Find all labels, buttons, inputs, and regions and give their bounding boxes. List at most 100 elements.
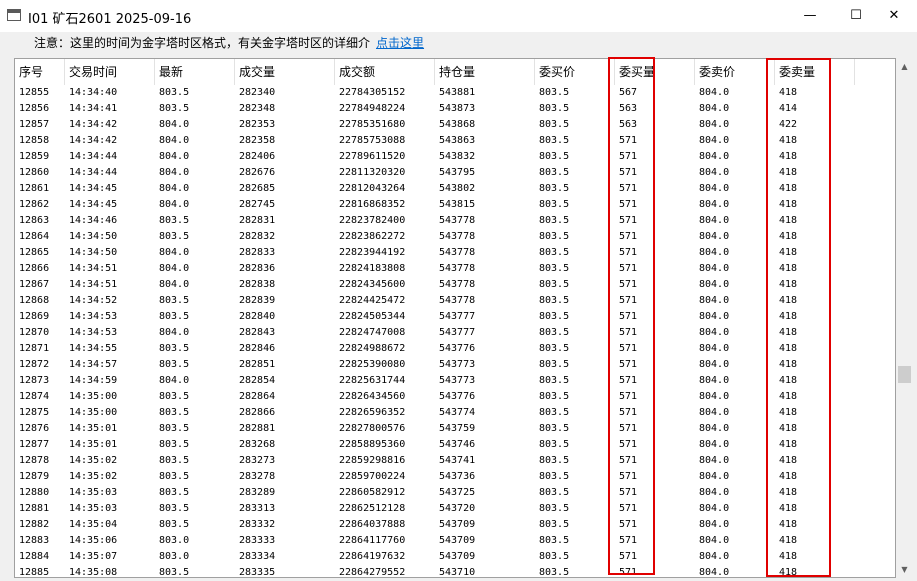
cell-time: 14:35:02 (69, 471, 118, 482)
header-bid-price[interactable]: 委买价 (535, 59, 615, 85)
cell-bid-price: 803.5 (539, 455, 570, 466)
table-row[interactable]: 12870 14:34:53 804.0 282843 22824747008 54377… (15, 325, 895, 341)
table-row[interactable]: 12884 14:35:07 803.0 283334 22864197632 54370… (15, 549, 895, 565)
table-row[interactable]: 12869 14:34:53 803.5 282840 22824505344 54377… (15, 309, 895, 325)
table-row[interactable]: 12878 14:35:02 803.5 283273 22859298816 54374… (15, 453, 895, 469)
header-volume[interactable]: 成交量 (235, 59, 335, 85)
header-seq[interactable]: 序号 (15, 59, 65, 85)
cell-last: 803.5 (159, 407, 190, 418)
cell-time: 14:34:55 (69, 343, 118, 354)
header-ask-price[interactable]: 委卖价 (695, 59, 775, 85)
cell-turnover: 22823782400 (339, 215, 406, 226)
cell-volume: 282358 (239, 135, 276, 146)
table-row[interactable]: 12881 14:35:03 803.5 283313 22862512128 54372… (15, 501, 895, 517)
table-row[interactable]: 12861 14:34:45 804.0 282685 22812043264 54380… (15, 181, 895, 197)
cell-volume: 282846 (239, 343, 276, 354)
cell-open-interest: 543802 (439, 183, 476, 194)
table-row[interactable]: 12866 14:34:51 804.0 282836 22824183808 54377… (15, 261, 895, 277)
cell-bid-price: 803.5 (539, 295, 570, 306)
cell-bid-price: 803.5 (539, 327, 570, 338)
cell-last: 804.0 (159, 119, 190, 130)
cell-volume: 282348 (239, 103, 276, 114)
cell-time: 14:34:46 (69, 215, 118, 226)
cell-time: 14:34:41 (69, 103, 118, 114)
cell-bid-price: 803.5 (539, 407, 570, 418)
table-row[interactable]: 12885 14:35:08 803.5 283335 22864279552 54371… (15, 565, 895, 578)
vertical-scrollbar[interactable]: ▲ ▼ (896, 58, 913, 578)
table-row[interactable]: 12864 14:34:50 803.5 282832 22823862272 54377… (15, 229, 895, 245)
table-row[interactable]: 12872 14:34:57 803.5 282851 22825390080 54377… (15, 357, 895, 373)
tick-data-table[interactable]: 序号 交易时间 最新 成交量 成交额 持仓量 委买价 委买量 委卖价 委卖量 1… (14, 58, 896, 578)
cell-open-interest: 543720 (439, 503, 476, 514)
cell-volume: 283268 (239, 439, 276, 450)
cell-seq: 12859 (19, 151, 50, 162)
cell-last: 803.0 (159, 551, 190, 562)
cell-volume: 283335 (239, 567, 276, 578)
cell-turnover: 22789611520 (339, 151, 406, 162)
cell-volume: 283313 (239, 503, 276, 514)
table-row[interactable]: 12871 14:34:55 803.5 282846 22824988672 54377… (15, 341, 895, 357)
table-row[interactable]: 12862 14:34:45 804.0 282745 22816868352 54381… (15, 197, 895, 213)
close-button[interactable]: ✕ (871, 0, 917, 32)
cell-volume: 283278 (239, 471, 276, 482)
cell-last: 803.5 (159, 439, 190, 450)
cell-time: 14:34:51 (69, 263, 118, 274)
cell-bid-price: 803.5 (539, 215, 570, 226)
table-row[interactable]: 12856 14:34:41 803.5 282348 22784948224 54387… (15, 101, 895, 117)
header-time[interactable]: 交易时间 (65, 59, 155, 85)
cell-open-interest: 543773 (439, 375, 476, 386)
table-row[interactable]: 12863 14:34:46 803.5 282831 22823782400 54377… (15, 213, 895, 229)
table-row[interactable]: 12877 14:35:01 803.5 283268 22858895360 54374… (15, 437, 895, 453)
cell-last: 803.5 (159, 295, 190, 306)
table-row[interactable]: 12868 14:34:52 803.5 282839 22824425472 54377… (15, 293, 895, 309)
table-row[interactable]: 12873 14:34:59 804.0 282854 22825631744 54377… (15, 373, 895, 389)
table-row[interactable]: 12860 14:34:44 804.0 282676 22811320320 54379… (15, 165, 895, 181)
cell-ask-price: 804.0 (699, 231, 730, 242)
table-row[interactable]: 12876 14:35:01 803.5 282881 22827800576 54375… (15, 421, 895, 437)
table-row[interactable]: 12867 14:34:51 804.0 282838 22824345600 54377… (15, 277, 895, 293)
header-open-interest[interactable]: 持仓量 (435, 59, 535, 85)
click-here-link[interactable]: 点击这里 (376, 36, 424, 50)
scroll-thumb[interactable] (898, 366, 911, 383)
header-last[interactable]: 最新 (155, 59, 235, 85)
cell-ask-price: 804.0 (699, 247, 730, 258)
minimize-button[interactable]: — (787, 0, 833, 32)
scroll-up-icon[interactable]: ▲ (896, 58, 913, 75)
cell-turnover: 22785351680 (339, 119, 406, 130)
cell-ask-price: 804.0 (699, 487, 730, 498)
cell-turnover: 22827800576 (339, 423, 406, 434)
cell-volume: 282340 (239, 87, 276, 98)
table-row[interactable]: 12875 14:35:00 803.5 282866 22826596352 54377… (15, 405, 895, 421)
table-row[interactable]: 12882 14:35:04 803.5 283332 22864037888 54370… (15, 517, 895, 533)
cell-seq: 12864 (19, 231, 50, 242)
cell-time: 14:34:53 (69, 327, 118, 338)
cell-volume: 282854 (239, 375, 276, 386)
table-row[interactable]: 12883 14:35:06 803.0 283333 22864117760 54370… (15, 533, 895, 549)
cell-ask-price: 804.0 (699, 535, 730, 546)
table-row[interactable]: 12859 14:34:44 804.0 282406 22789611520 54383… (15, 149, 895, 165)
table-row[interactable]: 12874 14:35:00 803.5 282864 22826434560 54377… (15, 389, 895, 405)
table-row[interactable]: 12880 14:35:03 803.5 283289 22860582912 54372… (15, 485, 895, 501)
cell-bid-price: 803.5 (539, 535, 570, 546)
cell-bid-price: 803.5 (539, 231, 570, 242)
cell-bid-price: 803.5 (539, 439, 570, 450)
table-row[interactable]: 12865 14:34:50 804.0 282833 22823944192 54377… (15, 245, 895, 261)
cell-turnover: 22823862272 (339, 231, 406, 242)
cell-volume: 282406 (239, 151, 276, 162)
table-row[interactable]: 12858 14:34:42 804.0 282358 22785753088 54386… (15, 133, 895, 149)
cell-seq: 12882 (19, 519, 50, 530)
table-row[interactable]: 12857 14:34:42 804.0 282353 22785351680 54386… (15, 117, 895, 133)
table-row[interactable]: 12879 14:35:02 803.5 283278 22859700224 54373… (15, 469, 895, 485)
cell-volume: 282864 (239, 391, 276, 402)
cell-open-interest: 543881 (439, 87, 476, 98)
cell-turnover: 22824505344 (339, 311, 406, 322)
cell-seq: 12867 (19, 279, 50, 290)
header-turnover[interactable]: 成交额 (335, 59, 435, 85)
cell-open-interest: 543736 (439, 471, 476, 482)
cell-turnover: 22826596352 (339, 407, 406, 418)
table-row[interactable]: 12855 14:34:40 803.5 282340 22784305152 54388… (15, 85, 895, 101)
cell-last: 804.0 (159, 167, 190, 178)
scroll-down-icon[interactable]: ▼ (896, 561, 913, 578)
cell-last: 803.5 (159, 455, 190, 466)
cell-ask-price: 804.0 (699, 407, 730, 418)
